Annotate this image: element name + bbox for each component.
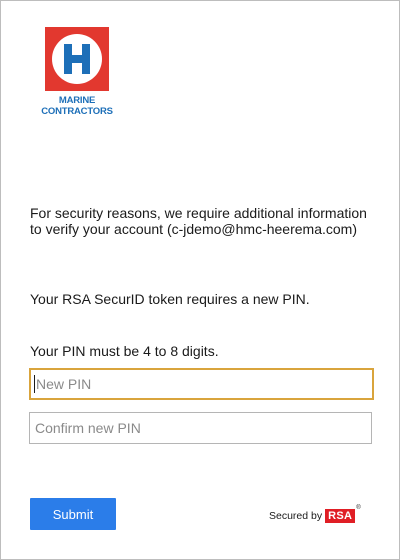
text-cursor — [34, 375, 35, 393]
secured-by-label: Secured by — [269, 510, 323, 522]
login-panel: MARINE CONTRACTORS For security reasons,… — [0, 0, 400, 560]
logo-red-square — [45, 27, 109, 91]
registered-mark: ® — [356, 505, 361, 511]
token-message: Your RSA SecurID token requires a new PI… — [30, 291, 310, 307]
company-logo: MARINE CONTRACTORS — [41, 27, 113, 123]
logo-wordmark: MARINE CONTRACTORS — [41, 95, 113, 117]
new-pin-input[interactable] — [29, 368, 374, 400]
security-message: For security reasons, we require additio… — [30, 205, 367, 237]
logo-h-icon — [64, 44, 90, 74]
rsa-logo: RSA — [325, 509, 356, 523]
logo-line-marine: MARINE — [58, 95, 96, 106]
logo-line-contractors: CONTRACTORS — [41, 106, 113, 117]
confirm-pin-input[interactable] — [29, 412, 372, 444]
secured-by-rsa: Secured by RSA ® — [269, 505, 361, 526]
submit-button[interactable]: Submit — [30, 498, 116, 530]
pin-length-message: Your PIN must be 4 to 8 digits. — [30, 343, 219, 359]
logo-white-circle — [52, 34, 102, 84]
